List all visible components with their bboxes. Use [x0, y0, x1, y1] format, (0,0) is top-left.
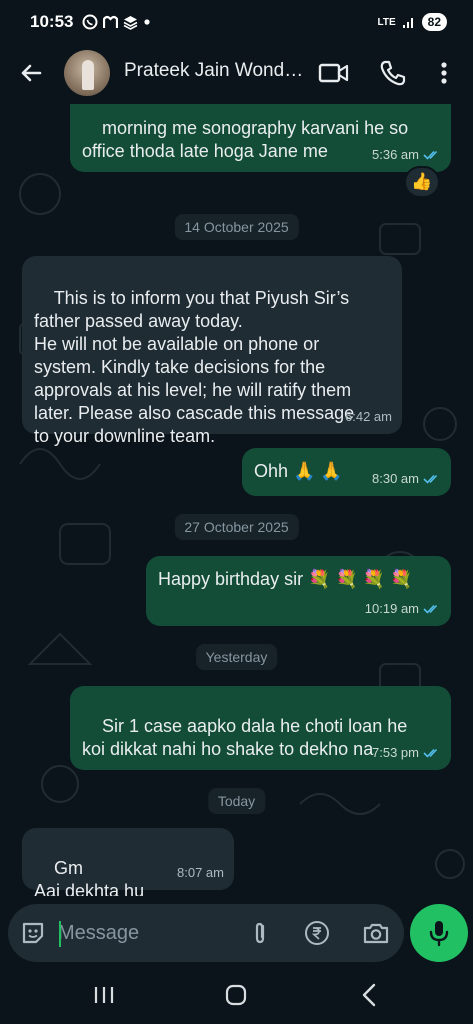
rupee-icon[interactable] — [304, 920, 330, 946]
message-meta: 7:53 pm — [372, 741, 441, 764]
contact-name[interactable]: Prateek Jain Wonder Cement — [124, 60, 304, 82]
message-text: This is to inform you that Piyush Sir’s … — [34, 288, 355, 446]
read-ticks-icon — [423, 150, 438, 160]
whatsapp-icon — [82, 14, 98, 30]
paperclip-icon[interactable] — [248, 920, 274, 946]
message-bubble-incoming[interactable]: This is to inform you that Piyush Sir’s … — [22, 256, 402, 446]
emoji-icon[interactable] — [20, 920, 46, 946]
message-input[interactable] — [58, 916, 233, 950]
text-cursor — [59, 921, 61, 947]
mic-button[interactable] — [410, 904, 468, 962]
system-nav-bar — [0, 968, 473, 1024]
date-divider: Yesterday — [195, 644, 278, 670]
date-divider: Today — [207, 788, 266, 814]
message-time: 7:53 pm — [372, 745, 419, 760]
signal-icon — [402, 18, 413, 28]
phone-icon[interactable] — [378, 58, 408, 88]
reaction-badge[interactable]: 👍 — [404, 166, 440, 198]
network-type: LTE — [377, 16, 396, 28]
message-text: Ohh 🙏 🙏 — [254, 461, 343, 481]
message-time: 6:42 am — [345, 409, 392, 424]
message-bubble-outgoing[interactable]: Happy birthday sir 💐 💐 💐 💐 10:19 am — [146, 556, 451, 626]
message-time: 5:36 am — [372, 147, 419, 162]
read-ticks-icon — [423, 748, 438, 758]
chat-header: Prateek Jain Wonder Cement — [0, 44, 473, 104]
message-bubble-outgoing[interactable]: Sir 1 case aapko dala he choti loan he k… — [70, 686, 451, 770]
dot-icon — [144, 19, 150, 25]
status-time: 10:53 — [30, 12, 74, 31]
read-ticks-icon — [423, 474, 438, 484]
system-icons: LTE 82 — [377, 12, 447, 32]
message-time: 8:30 am — [372, 471, 419, 486]
message-text: Gm Aaj dekhta hu — [34, 858, 145, 896]
recents-icon[interactable] — [92, 984, 116, 1006]
status-bar: 10:53 LTE 82 — [0, 0, 473, 44]
message-meta: 5:36 am — [372, 143, 441, 166]
date-divider: 14 October 2025 — [174, 214, 299, 240]
message-bubble-outgoing[interactable]: Ohh 🙏 🙏 8:30 am — [242, 448, 451, 496]
mic-icon — [429, 921, 449, 947]
message-text: Sir 1 case aapko dala he choti loan he k… — [82, 716, 408, 759]
date-divider: 27 October 2025 — [174, 514, 299, 540]
home-icon[interactable] — [225, 984, 247, 1006]
camera-icon[interactable] — [362, 920, 390, 946]
read-ticks-icon — [423, 604, 438, 614]
message-bubble-incoming[interactable]: Gm Aaj dekhta hu 8:07 am — [22, 828, 234, 896]
message-meta: 8:30 am — [372, 467, 441, 490]
back-icon[interactable] — [360, 982, 378, 1008]
message-text: Happy birthday sir 💐 💐 💐 💐 — [158, 569, 413, 589]
reaction-emoji: 👍 — [411, 172, 433, 191]
m-icon — [103, 15, 118, 28]
message-time: 8:07 am — [177, 865, 224, 880]
notification-icons — [82, 12, 151, 32]
composer-bar — [0, 898, 473, 968]
message-composer — [8, 904, 404, 962]
message-meta: 6:42 am — [345, 405, 392, 428]
message-meta: 8:07 am — [177, 861, 224, 884]
more-vertical-icon[interactable] — [432, 58, 456, 88]
message-text: morning me sonography karvani he so offi… — [82, 118, 409, 161]
battery-level: 82 — [421, 13, 447, 31]
stack-icon — [123, 15, 138, 30]
message-meta: 10:19 am — [365, 597, 441, 620]
chat-area[interactable]: morning me sonography karvani he so offi… — [0, 104, 473, 896]
back-arrow-icon[interactable] — [16, 58, 46, 88]
message-time: 10:19 am — [364, 601, 419, 616]
video-call-icon[interactable] — [318, 58, 350, 88]
avatar[interactable] — [64, 50, 110, 96]
message-bubble-outgoing[interactable]: morning me sonography karvani he so offi… — [70, 104, 451, 172]
